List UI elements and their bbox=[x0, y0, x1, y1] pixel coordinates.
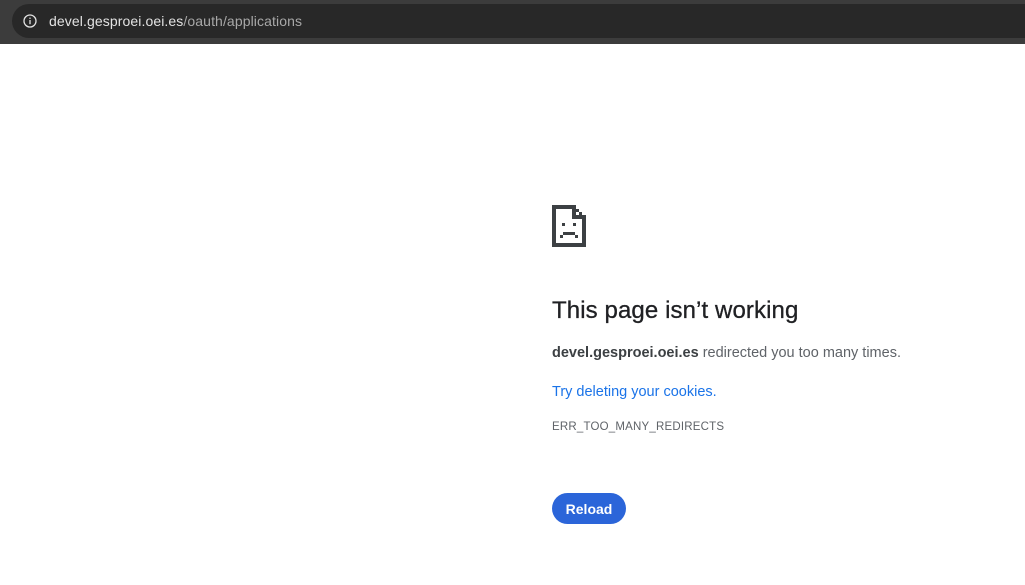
error-message: devel.gesproei.oei.es redirected you too… bbox=[552, 343, 1012, 363]
error-message-text: redirected you too many times. bbox=[698, 345, 901, 361]
url-host: devel.gesproei.oei.es bbox=[49, 13, 184, 29]
info-icon[interactable] bbox=[23, 14, 37, 28]
url-path: /oauth/applications bbox=[183, 13, 303, 29]
error-host: devel.gesproei.oei.es bbox=[552, 345, 699, 361]
delete-cookies-link[interactable]: Try deleting your cookies. bbox=[552, 384, 717, 400]
reload-button[interactable]: Reload bbox=[552, 493, 626, 524]
browser-toolbar: devel.gesproei.oei.es/oauth/applications bbox=[0, 0, 1025, 44]
suggestion: Try deleting your cookies. bbox=[552, 382, 1012, 402]
sad-page-icon bbox=[552, 205, 586, 247]
error-content: This page isn’t working devel.gesproei.o… bbox=[552, 205, 1012, 434]
address-bar[interactable]: devel.gesproei.oei.es/oauth/applications bbox=[12, 4, 1025, 38]
url-text[interactable]: devel.gesproei.oei.es/oauth/applications bbox=[49, 13, 302, 29]
error-title: This page isn’t working bbox=[552, 297, 799, 324]
error-code: ERR_TOO_MANY_REDIRECTS bbox=[552, 421, 725, 433]
